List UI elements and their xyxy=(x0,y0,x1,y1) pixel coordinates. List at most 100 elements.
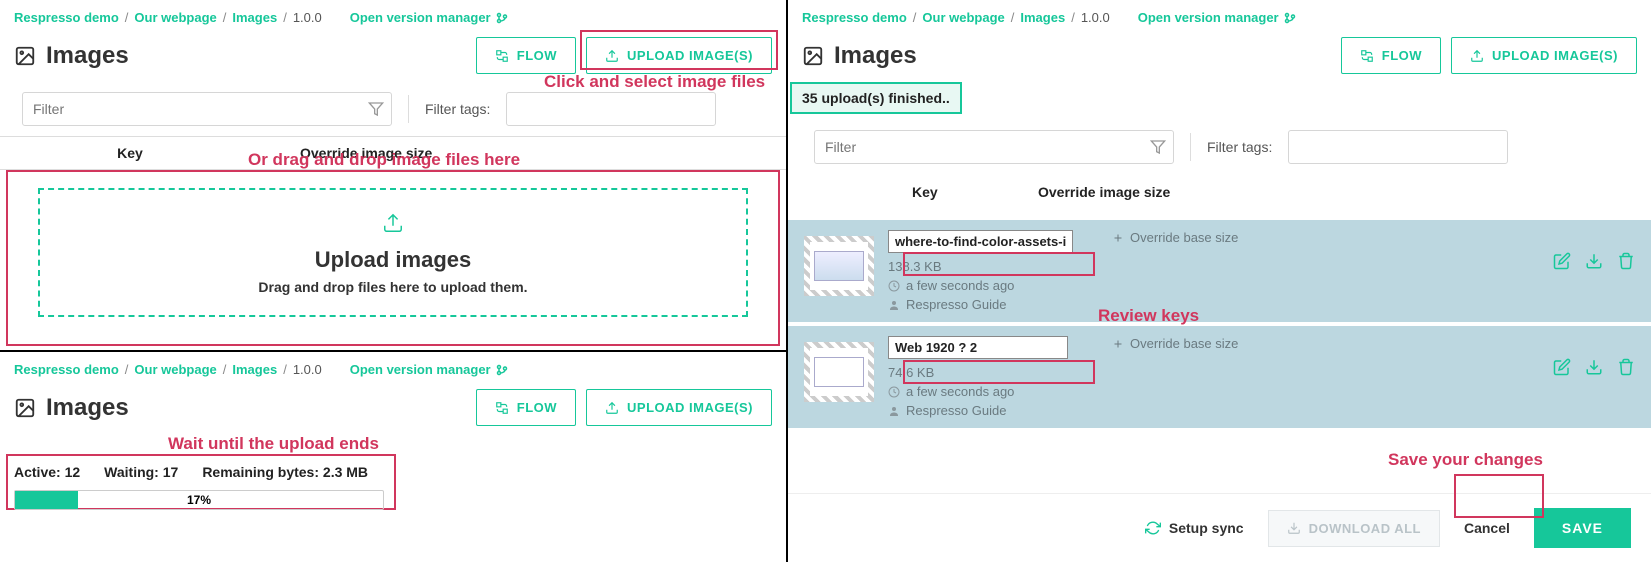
flow-icon xyxy=(1360,49,1374,63)
trash-icon[interactable] xyxy=(1617,358,1635,376)
trash-icon[interactable] xyxy=(1617,252,1635,270)
annot-save: Save your changes xyxy=(1388,450,1543,470)
table-row[interactable]: Web 1920 ? 2 74.6 KB a few seconds ago R… xyxy=(788,326,1651,432)
upload-icon xyxy=(382,212,404,234)
page-title: Images xyxy=(14,42,466,70)
image-icon xyxy=(802,45,824,67)
flow-icon xyxy=(495,401,509,415)
flow-button[interactable]: FLOW xyxy=(476,389,576,426)
bc-project[interactable]: Respresso demo xyxy=(802,10,907,25)
image-key-input[interactable]: where-to-find-color-assets-i xyxy=(888,230,1073,253)
divider xyxy=(408,95,409,123)
page-title: Images xyxy=(14,394,466,422)
image-icon xyxy=(14,45,36,67)
image-key-input[interactable]: Web 1920 ? 2 xyxy=(888,336,1068,359)
remaining-bytes: 2.3 MB xyxy=(323,464,368,480)
edit-icon[interactable] xyxy=(1553,358,1571,376)
image-size: 138.3 KB xyxy=(888,259,1078,274)
breadcrumb: Respresso demo / Our webpage / Images / … xyxy=(0,0,786,29)
branch-icon xyxy=(496,12,508,24)
save-button[interactable]: SAVE xyxy=(1534,508,1631,548)
download-icon[interactable] xyxy=(1585,252,1603,270)
bc-project[interactable]: Respresso demo xyxy=(14,10,119,25)
upload-status: Active: 12 Waiting: 17 Remaining bytes: … xyxy=(0,458,786,486)
filter-icon xyxy=(368,101,384,117)
table-row[interactable]: where-to-find-color-assets-i 138.3 KB a … xyxy=(788,220,1651,326)
bc-version: 1.0.0 xyxy=(293,10,322,25)
upload-images-button[interactable]: UPLOAD IMAGE(S) xyxy=(1451,37,1637,74)
upload-images-button[interactable]: UPLOAD IMAGE(S) xyxy=(586,37,772,74)
flow-button[interactable]: FLOW xyxy=(476,37,576,74)
bc-section[interactable]: Images xyxy=(232,10,277,25)
image-list: where-to-find-color-assets-i 138.3 KB a … xyxy=(788,220,1651,432)
filter-bar: Filter tags: xyxy=(788,114,1651,170)
th-override: Override image size xyxy=(260,145,786,161)
page-title: Images xyxy=(802,42,1331,70)
override-base-size-button[interactable]: Override base size xyxy=(1112,336,1238,351)
image-icon xyxy=(14,397,36,419)
sync-icon xyxy=(1145,520,1161,536)
open-version-manager-link[interactable]: Open version manager xyxy=(1138,10,1296,25)
footer-bar: Setup sync DOWNLOAD ALL Cancel SAVE xyxy=(788,493,1651,562)
clock-icon xyxy=(888,280,900,292)
open-version-manager-link[interactable]: Open version manager xyxy=(350,10,508,25)
bc-sep: / xyxy=(125,10,129,25)
breadcrumb: Respresso demo / Our webpage / Images / … xyxy=(0,352,786,381)
bc-page[interactable]: Our webpage xyxy=(922,10,1004,25)
thumbnail xyxy=(804,342,874,402)
image-user: Respresso Guide xyxy=(888,403,1078,418)
upload-icon xyxy=(605,49,619,63)
branch-icon xyxy=(496,364,508,376)
table-header: Key Override image size xyxy=(0,136,786,170)
dropzone-title: Upload images xyxy=(40,247,746,273)
bc-section[interactable]: Images xyxy=(232,362,277,377)
filter-tags-input[interactable] xyxy=(1288,130,1508,164)
upload-icon xyxy=(1470,49,1484,63)
flow-icon xyxy=(495,49,509,63)
upload-dropzone[interactable]: Upload images Drag and drop files here t… xyxy=(38,188,748,317)
bc-version: 1.0.0 xyxy=(1081,10,1110,25)
bc-page[interactable]: Our webpage xyxy=(134,362,216,377)
upload-finished-toast: 35 upload(s) finished.. xyxy=(790,82,962,114)
image-size: 74.6 KB xyxy=(888,365,1078,380)
download-icon xyxy=(1287,521,1301,535)
thumbnail xyxy=(804,236,874,296)
bc-version: 1.0.0 xyxy=(293,362,322,377)
image-user: Respresso Guide xyxy=(888,297,1078,312)
progress-bar: 17% xyxy=(14,490,384,510)
filter-tags-label: Filter tags: xyxy=(1207,139,1272,155)
th-override: Override image size xyxy=(1038,184,1651,200)
annot-wait: Wait until the upload ends xyxy=(168,434,379,454)
progress-percent: 17% xyxy=(187,493,211,507)
flow-button[interactable]: FLOW xyxy=(1341,37,1441,74)
image-time: a few seconds ago xyxy=(888,384,1078,399)
filter-tags-label: Filter tags: xyxy=(425,101,490,117)
filter-icon xyxy=(1150,139,1166,155)
download-all-button: DOWNLOAD ALL xyxy=(1268,510,1440,547)
download-icon[interactable] xyxy=(1585,358,1603,376)
progress-fill xyxy=(15,491,78,509)
open-version-manager-link[interactable]: Open version manager xyxy=(350,362,508,377)
filter-input[interactable] xyxy=(814,130,1174,164)
edit-icon[interactable] xyxy=(1553,252,1571,270)
upload-images-button[interactable]: UPLOAD IMAGE(S) xyxy=(586,389,772,426)
image-time: a few seconds ago xyxy=(888,278,1078,293)
bc-project[interactable]: Respresso demo xyxy=(14,362,119,377)
setup-sync-link[interactable]: Setup sync xyxy=(1145,520,1244,536)
filter-input[interactable] xyxy=(22,92,392,126)
dropzone-sub: Drag and drop files here to upload them. xyxy=(40,279,746,295)
filter-bar: Filter tags: xyxy=(0,82,786,136)
filter-tags-input[interactable] xyxy=(506,92,716,126)
plus-icon xyxy=(1112,338,1124,350)
cancel-button[interactable]: Cancel xyxy=(1464,520,1510,536)
upload-icon xyxy=(605,401,619,415)
divider xyxy=(1190,133,1191,161)
waiting-count: 17 xyxy=(163,464,179,480)
bc-section[interactable]: Images xyxy=(1020,10,1065,25)
breadcrumb: Respresso demo / Our webpage / Images / … xyxy=(788,0,1651,29)
bc-page[interactable]: Our webpage xyxy=(134,10,216,25)
th-key: Key xyxy=(0,145,260,161)
plus-icon xyxy=(1112,232,1124,244)
user-icon xyxy=(888,299,900,311)
override-base-size-button[interactable]: Override base size xyxy=(1112,230,1238,245)
